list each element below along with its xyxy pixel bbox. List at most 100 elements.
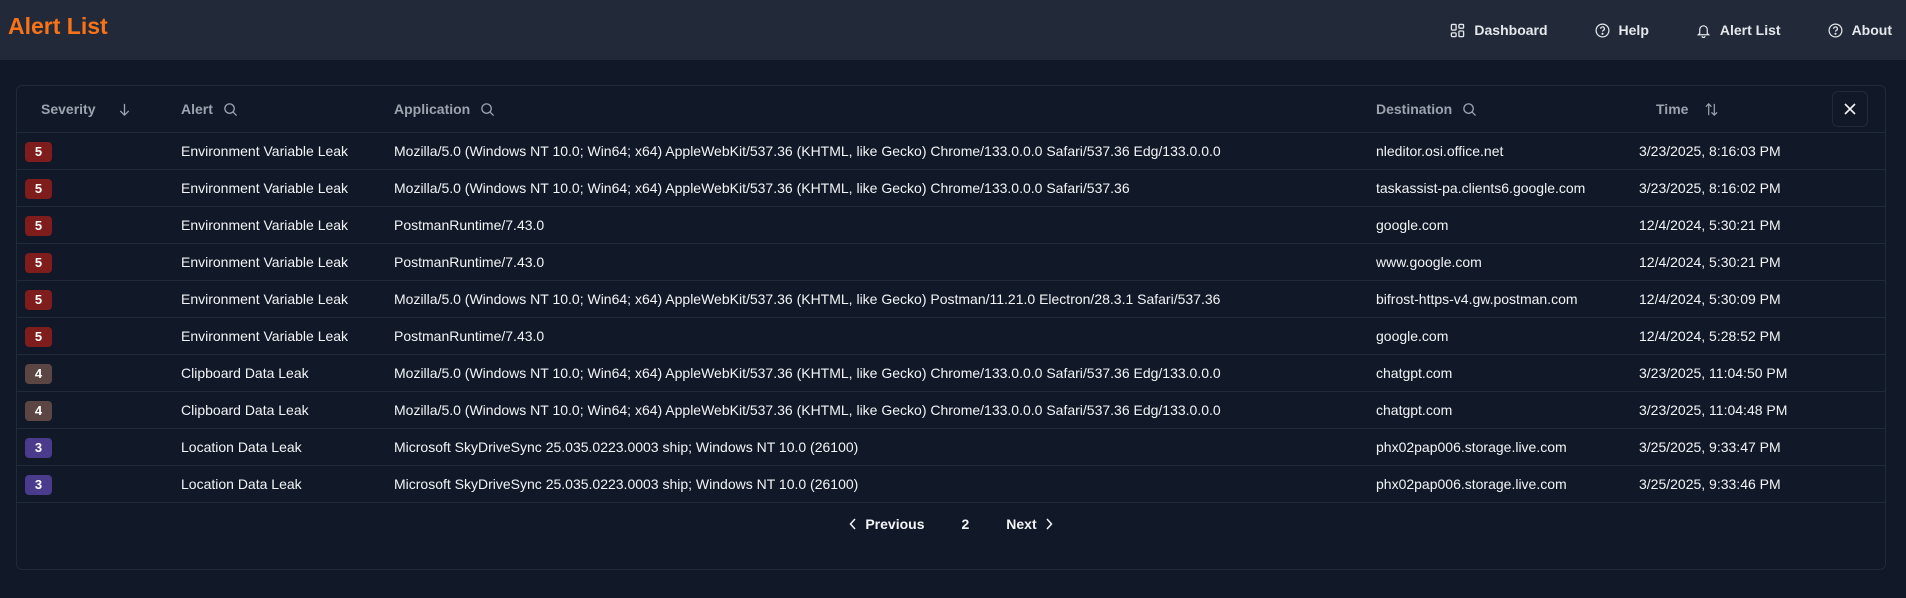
close-icon — [1844, 103, 1856, 115]
time-cell: 12/4/2024, 5:30:21 PM — [1639, 254, 1781, 270]
nav-about[interactable]: About — [1828, 22, 1892, 38]
destination-cell: chatgpt.com — [1376, 365, 1453, 381]
table-row[interactable]: 4 Clipboard Data Leak Mozilla/5.0 (Windo… — [17, 355, 1885, 392]
alert-cell: Environment Variable Leak — [181, 217, 349, 233]
search-icon[interactable] — [480, 102, 495, 117]
column-label: Time — [1656, 101, 1689, 117]
main-nav: Dashboard Help Alert List About — [1450, 0, 1892, 60]
table-row[interactable]: 3 Location Data Leak Microsoft SkyDriveS… — [17, 429, 1885, 466]
alert-cell: Environment Variable Leak — [181, 180, 349, 196]
help-circle-icon — [1595, 23, 1610, 37]
app-title: Alert List — [8, 13, 108, 39]
search-icon[interactable] — [223, 102, 238, 117]
table-row[interactable]: 5 Environment Variable Leak PostmanRunti… — [17, 244, 1885, 281]
nav-label: About — [1851, 22, 1892, 38]
table-row[interactable]: 5 Environment Variable Leak PostmanRunti… — [17, 318, 1885, 355]
table-row[interactable]: 4 Clipboard Data Leak Mozilla/5.0 (Windo… — [17, 392, 1885, 429]
time-cell: 3/23/2025, 8:16:02 PM — [1639, 180, 1781, 196]
previous-label: Previous — [865, 516, 925, 532]
severity-badge: 4 — [25, 401, 52, 421]
severity-badge: 5 — [25, 216, 52, 236]
column-destination[interactable]: Destination — [1376, 101, 1477, 117]
severity-badge: 3 — [25, 438, 52, 458]
severity-badge: 5 — [25, 142, 52, 162]
column-application[interactable]: Application — [394, 101, 495, 117]
severity-badge: 5 — [25, 179, 52, 199]
alert-table: Severity Alert Application Destination T… — [16, 85, 1886, 570]
destination-cell: google.com — [1376, 328, 1449, 344]
time-cell: 3/25/2025, 9:33:46 PM — [1639, 476, 1781, 492]
nav-alert-list[interactable]: Alert List — [1696, 22, 1781, 38]
column-label: Destination — [1376, 101, 1453, 117]
nav-dashboard[interactable]: Dashboard — [1450, 22, 1548, 38]
application-cell: PostmanRuntime/7.43.0 — [394, 217, 545, 233]
table-row[interactable]: 5 Environment Variable Leak Mozilla/5.0 … — [17, 133, 1885, 170]
grid-icon — [1451, 23, 1465, 37]
application-cell: Microsoft SkyDriveSync 25.035.0223.0003 … — [394, 439, 859, 455]
alert-cell: Environment Variable Leak — [181, 291, 349, 307]
severity-badge: 4 — [25, 364, 52, 384]
application-cell: Microsoft SkyDriveSync 25.035.0223.0003 … — [394, 476, 859, 492]
destination-cell: www.google.com — [1376, 254, 1482, 270]
time-cell: 12/4/2024, 5:28:52 PM — [1639, 328, 1781, 344]
time-cell: 3/23/2025, 11:04:50 PM — [1639, 365, 1788, 381]
alert-cell: Location Data Leak — [181, 476, 302, 492]
severity-badge: 3 — [25, 475, 52, 495]
severity-badge: 5 — [25, 290, 52, 310]
next-button[interactable]: Next — [1006, 516, 1053, 532]
column-label: Application — [394, 101, 471, 117]
time-cell: 3/23/2025, 8:16:03 PM — [1639, 143, 1781, 159]
alert-cell: Location Data Leak — [181, 439, 302, 455]
column-alert[interactable]: Alert — [181, 101, 238, 117]
column-label: Severity — [41, 101, 96, 117]
pagination: Previous 2 Next — [17, 516, 1885, 532]
application-cell: Mozilla/5.0 (Windows NT 10.0; Win64; x64… — [394, 402, 1221, 418]
current-page: 2 — [961, 516, 970, 532]
application-cell: Mozilla/5.0 (Windows NT 10.0; Win64; x64… — [394, 180, 1130, 196]
bell-icon — [1696, 24, 1711, 38]
destination-cell: phx02pap006.storage.live.com — [1376, 439, 1567, 455]
application-cell: PostmanRuntime/7.43.0 — [394, 328, 545, 344]
table-row[interactable]: 5 Environment Variable Leak PostmanRunti… — [17, 207, 1885, 244]
search-icon[interactable] — [1462, 102, 1477, 117]
chevron-right-icon — [1046, 518, 1053, 530]
table-row[interactable]: 5 Environment Variable Leak Mozilla/5.0 … — [17, 281, 1885, 318]
time-cell: 12/4/2024, 5:30:09 PM — [1639, 291, 1781, 307]
destination-cell: google.com — [1376, 217, 1449, 233]
nav-label: Alert List — [1719, 22, 1781, 38]
column-time[interactable]: Time — [1656, 101, 1719, 117]
table-row[interactable]: 5 Environment Variable Leak Mozilla/5.0 … — [17, 170, 1885, 207]
alert-cell: Environment Variable Leak — [181, 143, 349, 159]
application-cell: PostmanRuntime/7.43.0 — [394, 254, 545, 270]
next-label: Next — [1006, 516, 1037, 532]
application-cell: Mozilla/5.0 (Windows NT 10.0; Win64; x64… — [394, 143, 1221, 159]
help-circle-icon — [1828, 23, 1843, 37]
table-header: Severity Alert Application Destination T… — [17, 86, 1885, 133]
time-cell: 3/25/2025, 9:33:47 PM — [1639, 439, 1781, 455]
sort-icon[interactable] — [1704, 102, 1719, 117]
destination-cell: bifrost-https-v4.gw.postman.com — [1376, 291, 1578, 307]
alert-cell: Environment Variable Leak — [181, 328, 349, 344]
top-bar: Alert List Dashboard Help Alert List Abo… — [0, 0, 1906, 60]
destination-cell: phx02pap006.storage.live.com — [1376, 476, 1567, 492]
destination-cell: taskassist-pa.clients6.google.com — [1376, 180, 1586, 196]
severity-badge: 5 — [25, 327, 52, 347]
column-label: Alert — [181, 101, 213, 117]
arrow-down-icon[interactable] — [117, 102, 132, 117]
close-button[interactable] — [1832, 91, 1868, 127]
destination-cell: nleditor.osi.office.net — [1376, 143, 1504, 159]
alert-cell: Clipboard Data Leak — [181, 365, 309, 381]
time-cell: 12/4/2024, 5:30:21 PM — [1639, 217, 1781, 233]
application-cell: Mozilla/5.0 (Windows NT 10.0; Win64; x64… — [394, 365, 1221, 381]
column-severity[interactable]: Severity — [41, 101, 132, 117]
previous-button[interactable]: Previous — [849, 516, 924, 532]
alert-cell: Environment Variable Leak — [181, 254, 349, 270]
application-cell: Mozilla/5.0 (Windows NT 10.0; Win64; x64… — [394, 291, 1221, 307]
table-row[interactable]: 3 Location Data Leak Microsoft SkyDriveS… — [17, 466, 1885, 503]
destination-cell: chatgpt.com — [1376, 402, 1453, 418]
nav-label: Help — [1618, 22, 1649, 38]
severity-badge: 5 — [25, 253, 52, 273]
nav-help[interactable]: Help — [1595, 22, 1649, 38]
nav-label: Dashboard — [1474, 22, 1548, 38]
time-cell: 3/23/2025, 11:04:48 PM — [1639, 402, 1788, 418]
